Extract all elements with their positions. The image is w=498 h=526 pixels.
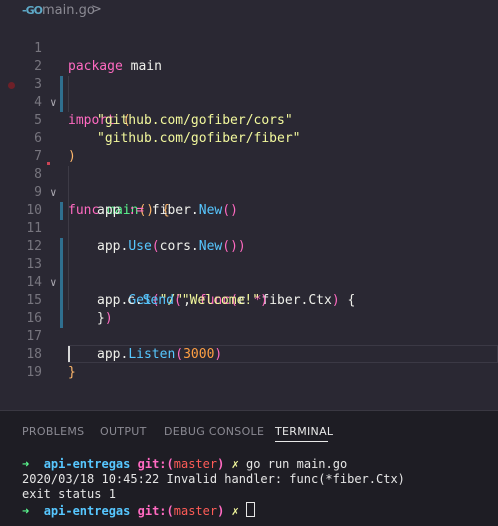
code-editor[interactable]: 1 package main 2 3 ∨ import ( 4 "github.… [0, 22, 498, 380]
terminal-line: 2020/03/18 10:45:22 Invalid handler: fun… [22, 472, 405, 486]
panel-tabs: PROBLEMS OUTPUT DEBUG CONSOLE TERMINAL [0, 411, 498, 451]
prompt-branch: master [173, 457, 218, 471]
code-line: 15 }) [0, 274, 498, 326]
tab-output[interactable]: OUTPUT [100, 425, 147, 438]
prompt-dir: api-entregas [43, 457, 131, 471]
tab-problems[interactable]: PROBLEMS [22, 425, 84, 438]
prompt-git: git:( [137, 457, 174, 471]
code-line: 18 } [0, 328, 498, 380]
prompt-arrow-icon: ➜ [22, 457, 30, 471]
prompt-arrow-icon: ➜ [22, 504, 30, 518]
tab-debug-console[interactable]: DEBUG CONSOLE [164, 425, 264, 438]
terminal-command: go run main.go [246, 457, 348, 471]
code-line: 5 "github.com/gofiber/fiber" [0, 94, 498, 146]
prompt-git: git:( [137, 504, 174, 518]
prompt-branch: master [173, 504, 218, 518]
code-line: 2 [0, 40, 498, 74]
code-line: 1 package main [0, 22, 498, 74]
chevron-right-icon: > [91, 2, 102, 17]
code-token: } [68, 365, 76, 380]
code-line: 4 "github.com/gofiber/cors" [0, 76, 498, 128]
bottom-panel: PROBLEMS OUTPUT DEBUG CONSOLE TERMINAL ➜… [0, 410, 498, 526]
dirty-icon: ✗ [231, 504, 239, 518]
code-line: 3 ∨ import ( [0, 58, 498, 128]
code-line: 10 [0, 184, 498, 218]
prompt-dir: api-entregas [43, 504, 131, 518]
current-line-highlight [68, 345, 498, 363]
terminal-output[interactable]: ➜ api-entregas git:(master) ✗ go run mai… [22, 457, 405, 519]
code-line: 9 app := fiber.New() [0, 166, 498, 218]
terminal-line: exit status 1 [22, 487, 116, 501]
code-line: 14 c.Send("Welcome!") [0, 256, 498, 308]
text-caret [68, 346, 70, 362]
code-line: 8 ∨ func main() { [0, 148, 498, 218]
line-number: 19 [26, 365, 42, 380]
tab-terminal[interactable]: TERMINAL [275, 425, 333, 438]
active-tab-indicator [275, 441, 328, 442]
breadcrumb-file[interactable]: main.go [42, 3, 95, 18]
go-file-icon: -GO [22, 4, 43, 17]
lint-marker-icon [47, 162, 50, 165]
prompt-git-close: ) [217, 504, 225, 518]
code-line: 17 app.Listen(3000) [0, 310, 498, 362]
code-line: 7 [0, 130, 498, 164]
dirty-icon: ✗ [231, 457, 239, 471]
terminal-cursor [246, 502, 256, 517]
breakpoint-icon[interactable] [8, 82, 15, 89]
breadcrumb: -GO main.go > [0, 0, 498, 22]
code-line: 12 [0, 220, 498, 254]
code-line: 6 ) [0, 112, 498, 164]
prompt-git-close: ) [217, 457, 225, 471]
code-line: 11 app.Use(cors.New()) [0, 202, 498, 254]
code-line: 13 ∨ app.Get("/", func(c *fiber.Ctx) { [0, 238, 498, 308]
code-line: 16 [0, 292, 498, 326]
